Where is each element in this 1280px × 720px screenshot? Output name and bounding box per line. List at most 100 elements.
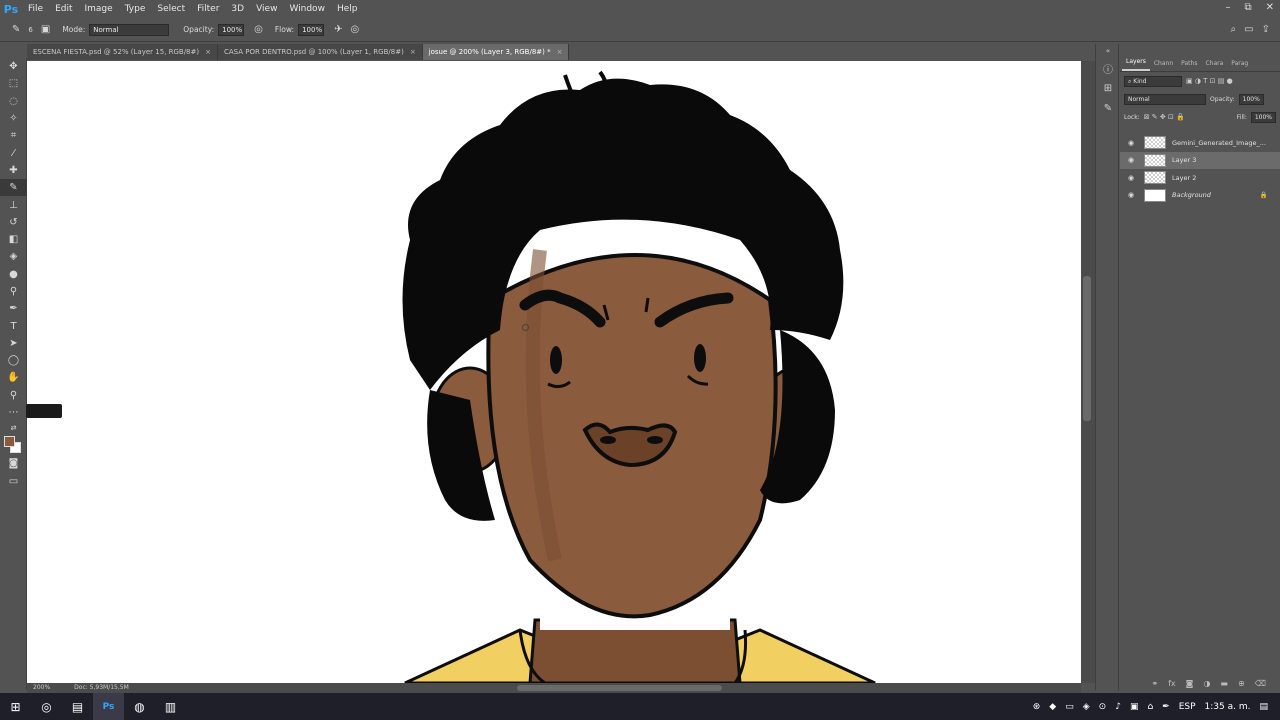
tab-escena-fiesta[interactable]: ESCENA FIESTA.psd @ 52% (Layer 15, RGB/8… <box>27 44 218 60</box>
zoom-tool-icon[interactable]: ⚲ <box>0 387 27 404</box>
screen-mode-icon[interactable]: ▭ <box>0 473 27 490</box>
trash-icon[interactable]: ⌫ <box>1255 679 1266 688</box>
tab-channels[interactable]: Chann <box>1150 56 1177 71</box>
path-select-tool-icon[interactable]: ➤ <box>0 335 27 352</box>
layer-row-selected[interactable]: ◉ Layer 3 <box>1120 151 1280 169</box>
fx-icon[interactable]: fx <box>1168 679 1176 688</box>
move-tool-icon[interactable]: ✥ <box>0 58 27 75</box>
tray-app-icon[interactable]: ◈ <box>1083 702 1090 712</box>
pen-tool-icon[interactable]: ✒ <box>0 300 27 317</box>
layer-row[interactable]: ◉ Gemini_Generated_Image_... <box>1120 134 1280 152</box>
menu-layer[interactable]: Type <box>119 4 152 14</box>
language-indicator[interactable]: ESP <box>1179 702 1196 712</box>
menu-file[interactable]: File <box>22 4 49 14</box>
tab-layers[interactable]: Layers <box>1122 54 1150 71</box>
search-icon[interactable]: ⌕ <box>1231 24 1237 35</box>
kind-filter-select[interactable]: ⌕ Kind <box>1124 75 1182 87</box>
tray-app-icon[interactable]: ⊙ <box>1099 702 1107 712</box>
eye-icon[interactable]: ◉ <box>1128 174 1138 182</box>
layer-row[interactable]: ◉ Layer 2 <box>1120 169 1280 187</box>
history-brush-icon[interactable]: ↺ <box>0 214 27 231</box>
marquee-tool-icon[interactable]: ⬚ <box>0 75 27 92</box>
bucket-tool-icon[interactable]: ◈ <box>0 248 27 265</box>
pressure-size-icon[interactable]: ◎ <box>350 24 359 35</box>
menu-image[interactable]: Image <box>79 4 119 14</box>
vertical-scroll-thumb[interactable] <box>1083 276 1091 421</box>
magic-wand-tool-icon[interactable]: ✧ <box>0 110 27 127</box>
chrome-icon[interactable]: ◍ <box>124 693 155 720</box>
hand-tool-icon[interactable]: ✋ <box>0 369 27 386</box>
restore-button[interactable]: ⧉ <box>1244 2 1251 13</box>
fill-field[interactable]: 100% <box>1250 111 1276 123</box>
lock-icons[interactable]: ⊠ ✎ ✥ ⊡ 🔒 <box>1144 113 1185 121</box>
close-button[interactable]: ✕ <box>1266 2 1274 13</box>
quick-mask-icon[interactable]: ◙ <box>0 455 27 472</box>
flow-field[interactable]: 100% <box>298 23 325 36</box>
stamp-tool-icon[interactable]: ⊥ <box>0 196 27 213</box>
layer-opacity-field[interactable]: 100% <box>1238 93 1264 105</box>
eye-icon[interactable]: ◉ <box>1128 156 1138 164</box>
airbrush-icon[interactable]: ✈ <box>334 24 342 35</box>
opacity-field[interactable]: 100% <box>218 23 245 36</box>
history-panel-icon[interactable]: ⊞ <box>1096 78 1120 98</box>
close-tab-icon[interactable]: × <box>410 48 416 56</box>
volume-icon[interactable]: ♪ <box>1115 702 1121 712</box>
minimize-button[interactable]: – <box>1225 2 1230 13</box>
collapse-panels-icon[interactable]: « <box>1096 44 1120 58</box>
color-swatches[interactable] <box>0 435 27 455</box>
document-canvas[interactable] <box>27 61 1081 683</box>
menu-filter[interactable]: 3D <box>225 4 250 14</box>
eyedropper-tool-icon[interactable]: ⁄ <box>0 144 27 161</box>
group-icon[interactable]: ▬ <box>1220 679 1228 688</box>
brush-panel-icon[interactable]: ▣ <box>41 24 50 35</box>
shape-tool-icon[interactable]: ◯ <box>0 352 27 369</box>
menu-type[interactable]: Select <box>151 4 191 14</box>
tray-app-icon[interactable]: ⊛ <box>1033 702 1041 712</box>
mask-icon[interactable]: ◙ <box>1186 679 1194 688</box>
pressure-opacity-icon[interactable]: ◎ <box>254 24 263 35</box>
menu-edit[interactable]: Edit <box>49 4 78 14</box>
display-icon[interactable]: ▣ <box>1130 702 1139 712</box>
start-icon[interactable]: ⊞ <box>0 693 31 720</box>
brush-tool-icon[interactable]: ✎ <box>12 24 20 35</box>
workspace-icon[interactable]: ▭ <box>1244 24 1253 35</box>
cortana-icon[interactable]: ◎ <box>31 693 62 720</box>
crop-tool-icon[interactable]: ⌗ <box>0 127 27 144</box>
eye-icon[interactable]: ◉ <box>1128 139 1138 147</box>
healing-tool-icon[interactable]: ✚ <box>0 162 27 179</box>
tray-app-icon[interactable]: ▭ <box>1065 702 1074 712</box>
more-tools-icon[interactable]: ⋯ <box>0 404 27 421</box>
mode-select[interactable]: Normal <box>89 23 170 36</box>
tab-paths[interactable]: Paths <box>1177 56 1201 71</box>
adjustment-icon[interactable]: ◑ <box>1203 679 1210 688</box>
dodge-tool-icon[interactable]: ⚲ <box>0 283 27 300</box>
file-explorer-icon[interactable]: ▤ <box>62 693 93 720</box>
pen-icon[interactable]: ✒ <box>1162 702 1170 712</box>
tray-app-icon[interactable]: ◆ <box>1049 702 1056 712</box>
brush-presets-icon[interactable]: ✎ <box>1096 98 1120 118</box>
menu-view[interactable]: Window <box>283 4 331 14</box>
blur-tool-icon[interactable]: ● <box>0 266 27 283</box>
layer-row[interactable]: ◉ Background 🔒 <box>1120 187 1280 205</box>
link-icon[interactable]: ⚭ <box>1151 679 1158 688</box>
new-layer-icon[interactable]: ⊕ <box>1238 679 1245 688</box>
eraser-tool-icon[interactable]: ◧ <box>0 231 27 248</box>
foreground-color-swatch[interactable] <box>4 436 15 448</box>
swap-colors-icon[interactable]: ⇄ <box>0 421 27 435</box>
tab-character[interactable]: Chara <box>1201 56 1227 71</box>
menu-select[interactable]: Filter <box>191 4 225 14</box>
menu-window[interactable]: Help <box>331 4 364 14</box>
menu-3d[interactable]: View <box>250 4 283 14</box>
blend-mode-select[interactable]: Normal <box>1124 93 1206 105</box>
zoom-level[interactable]: 200% <box>33 683 50 693</box>
horizontal-scroll-thumb[interactable] <box>517 685 722 691</box>
tab-paragraph[interactable]: Parag <box>1227 56 1252 71</box>
vertical-scrollbar[interactable] <box>1081 61 1095 683</box>
notifications-icon[interactable]: ▤ <box>1259 702 1268 712</box>
brush-tool-icon[interactable]: ✎ <box>0 179 27 197</box>
clock[interactable]: 1:35 a. m. <box>1205 702 1251 712</box>
brush-size-picker[interactable]: 6 <box>28 26 32 34</box>
tab-casa-por-dentro[interactable]: CASA POR DENTRO.psd @ 100% (Layer 1, RGB… <box>217 44 423 60</box>
share-icon[interactable]: ⇪ <box>1262 24 1270 35</box>
filter-icons[interactable]: ▣ ◑ T ⊡ ▤ ● <box>1186 77 1233 85</box>
